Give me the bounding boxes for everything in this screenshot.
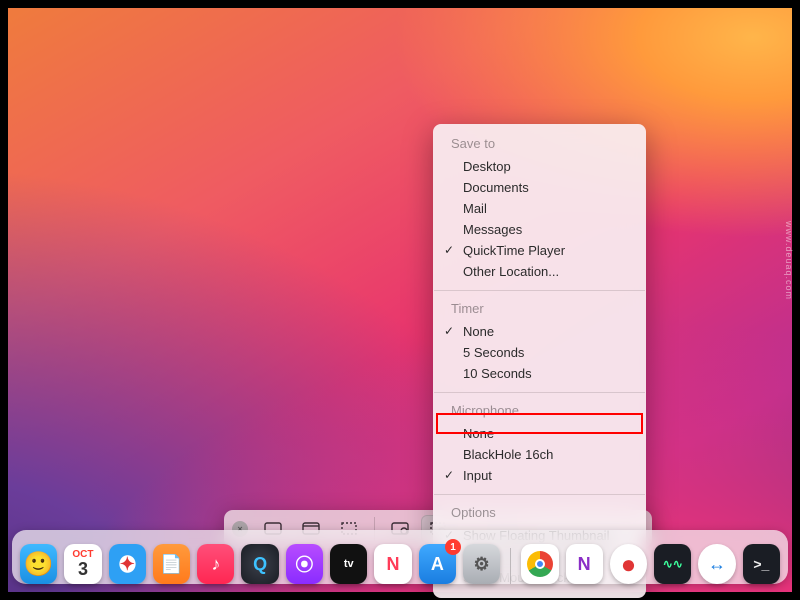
menu-separator [434, 494, 645, 495]
dock-app-settings[interactable]: ⚙ [463, 544, 500, 584]
menu-item-documents[interactable]: Documents [433, 177, 646, 198]
vpn-icon: ● [621, 549, 637, 580]
finder-icon: 🙂 [24, 550, 54, 579]
dock-app-teamviewer[interactable]: ↔ [698, 544, 735, 584]
menu-item-mic-input[interactable]: ✓Input [433, 465, 646, 486]
dock-separator [510, 548, 511, 584]
dock-app-chrome[interactable] [521, 544, 558, 584]
dock: 🙂 OCT 3 ✦ 📄 ♪ Q ⦿ tv N A1 ⚙ N ● ∿∿ ↔ >_ [8, 530, 792, 584]
menu-separator [434, 392, 645, 393]
menu-item-mic-blackhole[interactable]: BlackHole 16ch [433, 444, 646, 465]
teamviewer-icon: ↔ [708, 554, 726, 575]
check-icon: ✓ [444, 468, 454, 482]
dock-app-finder[interactable]: 🙂 [20, 544, 57, 584]
dock-app-onenote[interactable]: N [566, 544, 603, 584]
onenote-icon: N [578, 554, 591, 575]
menu-item-quicktime[interactable]: ✓QuickTime Player [433, 240, 646, 261]
dock-app-calendar[interactable]: OCT 3 [64, 544, 101, 584]
menu-item-timer-5s[interactable]: 5 Seconds [433, 342, 646, 363]
check-icon: ✓ [444, 243, 454, 257]
menu-item-timer-none[interactable]: ✓None [433, 321, 646, 342]
menu-header-options: Options [433, 503, 646, 525]
options-menu: Save to Desktop Documents Mail Messages … [433, 124, 646, 598]
menu-item-timer-10s[interactable]: 10 Seconds [433, 363, 646, 384]
document-icon: 📄 [160, 554, 182, 575]
terminal-icon: >_ [753, 556, 769, 572]
watermark-text: www.deuaq.com [784, 221, 794, 300]
dock-app-terminal[interactable]: >_ [743, 544, 780, 584]
highlight-annotation [436, 413, 643, 434]
dock-app-activity[interactable]: ∿∿ [654, 544, 691, 584]
check-icon: ✓ [444, 324, 454, 338]
wave-icon: ∿∿ [663, 557, 683, 571]
menu-header-save-to: Save to [433, 134, 646, 156]
desktop-wallpaper [8, 8, 792, 592]
badge-count: 1 [445, 539, 461, 555]
tv-icon: tv [344, 558, 354, 570]
chrome-icon [527, 551, 553, 577]
dock-app-safari[interactable]: ✦ [109, 544, 146, 584]
menu-item-messages[interactable]: Messages [433, 219, 646, 240]
compass-icon: ✦ [120, 554, 135, 575]
dock-app-music[interactable]: ♪ [197, 544, 234, 584]
dock-app-tv[interactable]: tv [330, 544, 367, 584]
dock-app-podcasts[interactable]: ⦿ [286, 544, 323, 584]
menu-header-timer: Timer [433, 299, 646, 321]
calendar-day-label: 3 [78, 560, 88, 578]
news-icon: N [387, 554, 400, 575]
dock-app-appstore[interactable]: A1 [419, 544, 456, 584]
podcast-icon: ⦿ [295, 551, 313, 577]
dock-app-expressvpn[interactable]: ● [610, 544, 647, 584]
dock-app-pages[interactable]: 📄 [153, 544, 190, 584]
gear-icon: ⚙ [474, 554, 490, 575]
dock-app-news[interactable]: N [374, 544, 411, 584]
appstore-icon: A [431, 554, 444, 575]
menu-separator [434, 290, 645, 291]
dock-app-quicktime[interactable]: Q [241, 544, 278, 584]
menu-item-other-location[interactable]: Other Location... [433, 261, 646, 282]
menu-item-mail[interactable]: Mail [433, 198, 646, 219]
quicktime-icon: Q [253, 554, 267, 575]
menu-item-desktop[interactable]: Desktop [433, 156, 646, 177]
music-icon: ♪ [211, 554, 220, 575]
